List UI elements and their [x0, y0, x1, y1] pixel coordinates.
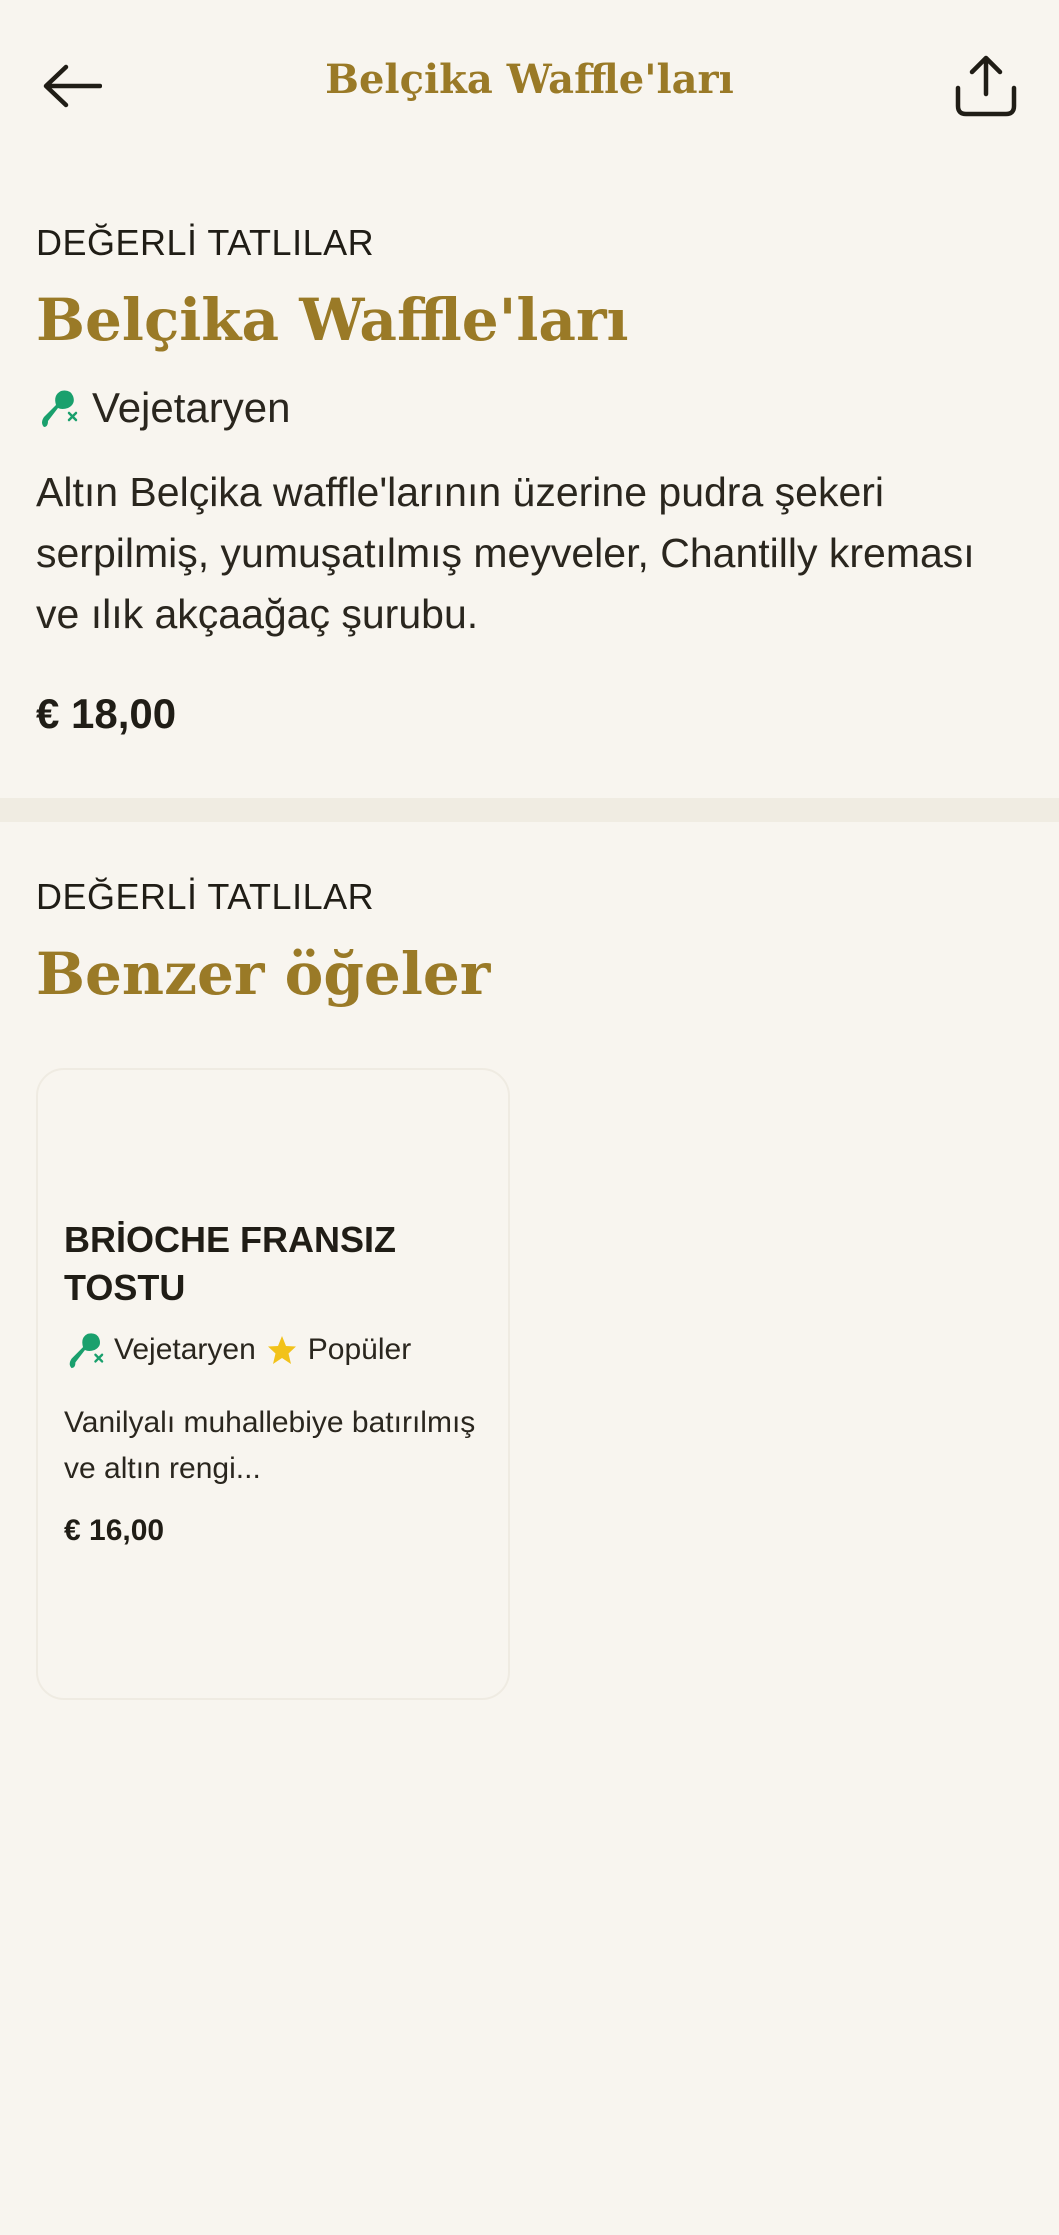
star-icon: [267, 1336, 296, 1364]
item-price: € 18,00: [36, 690, 177, 737]
item-name: Belçika Waffle'ları: [36, 286, 629, 354]
diet-tag: Vejetaryen: [36, 380, 290, 436]
similar-item-name: BRİOCHE FRANSIZ TOSTU: [64, 1219, 396, 1308]
similar-item-popular-label: Popüler: [307, 1333, 412, 1366]
share-button[interactable]: [948, 48, 1024, 124]
similar-item-price: € 16,00: [64, 1514, 165, 1547]
vegetarian-icon: [42, 390, 78, 427]
item-category: DEĞERLİ TATLILAR: [36, 222, 375, 263]
back-button[interactable]: [36, 50, 108, 122]
page-title: Belçika Waffle'ları: [325, 56, 734, 103]
diet-label: Vejetaryen: [92, 384, 291, 431]
share-icon: [955, 55, 1017, 117]
top-bar: Belçika Waffle'ları: [0, 0, 1059, 168]
vegetarian-icon: [69, 1333, 104, 1369]
similar-item-description: Vanilyalı muhallebiye batırılmış ve altı…: [64, 1406, 476, 1485]
similar-category: DEĞERLİ TATLILAR: [36, 876, 375, 917]
similar-item-diet-label: Vejetaryen: [114, 1333, 256, 1366]
section-divider: [0, 798, 1059, 822]
item-description: Altın Belçika waffle'larının üzerine pud…: [36, 469, 975, 637]
similar-title: Benzer öğeler: [36, 940, 491, 1008]
similar-item-card[interactable]: BRİOCHE FRANSIZ TOSTU Vejetaryen Popüler…: [36, 1068, 510, 1700]
similar-item-tags: Vejetaryen Popüler: [64, 1326, 411, 1374]
arrow-left-icon: [43, 64, 102, 108]
